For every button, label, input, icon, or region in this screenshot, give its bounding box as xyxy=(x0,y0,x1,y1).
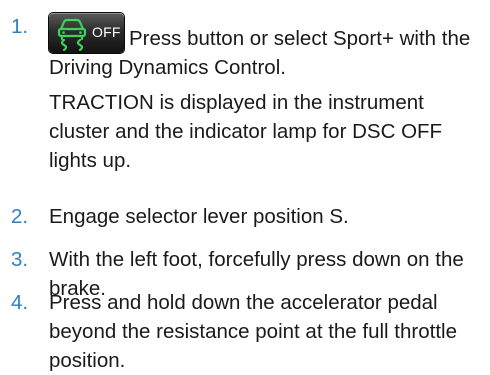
instruction-page: 1. OFF Press button or select Sport+ wit… xyxy=(0,0,490,375)
step-number: 1. xyxy=(11,15,29,38)
step-text-block: Press button or select Sport+ with the D… xyxy=(49,12,485,175)
step-number: 4. xyxy=(11,291,29,314)
step-text: Press and hold down the accelerator peda… xyxy=(49,291,457,372)
step-text: Engage selector lever position S. xyxy=(49,205,349,228)
step-number: 2. xyxy=(11,205,29,228)
step-number: 3. xyxy=(11,248,29,271)
step-text: Press button or select Sport+ with the D… xyxy=(49,27,471,79)
step-note: TRACTION is displayed in the instrument … xyxy=(49,91,443,172)
